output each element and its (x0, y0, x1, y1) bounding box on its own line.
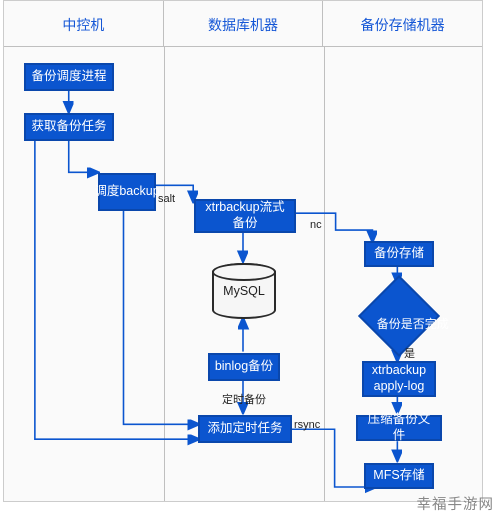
diagram-stage: 中控机 数据库机器 备份存储机器 (0, 0, 500, 518)
edge-label-rsync: rsync (294, 419, 320, 431)
node-get-task: 获取备份任务 (24, 113, 114, 141)
node-apply-log: xtrbackup apply-log (362, 361, 436, 397)
node-decision-done: 备份是否完成 (358, 275, 440, 357)
text: 调度backup (94, 184, 159, 200)
lane-controller: 中控机 (4, 1, 163, 46)
node-binlog: binlog备份 (208, 353, 280, 381)
text: MySQL (223, 284, 265, 298)
lane-storage: 备份存储机器 (322, 1, 482, 46)
node-backup-store: 备份存储 (364, 241, 434, 267)
edge-label-nc: nc (310, 219, 322, 231)
text: 备份是否完成 (358, 315, 468, 332)
node-mfs: MFS存储 (364, 463, 434, 489)
lane-divider (324, 47, 325, 501)
node-compress: 压缩备份文件 (356, 415, 442, 441)
node-add-cron: 添加定时任务 (198, 415, 292, 443)
lane-divider (164, 47, 165, 501)
edge-label-salt: salt (158, 193, 175, 205)
lane-db: 数据库机器 (163, 1, 323, 46)
node-xtra-stream: xtrbackup流式 备份 (194, 199, 296, 233)
edge-label-yes: 是 (404, 345, 415, 361)
node-sched-process: 备份调度进程 (24, 63, 114, 91)
edge-label-timed: 定时备份 (222, 391, 266, 407)
node-sched-backup: 调度backup (98, 173, 156, 211)
watermark: 幸福手游网 (417, 493, 495, 514)
swimlane-header: 中控机 数据库机器 备份存储机器 (4, 1, 482, 47)
diagram-canvas: 中控机 数据库机器 备份存储机器 (3, 0, 483, 502)
node-mysql: MySQL (212, 263, 276, 319)
